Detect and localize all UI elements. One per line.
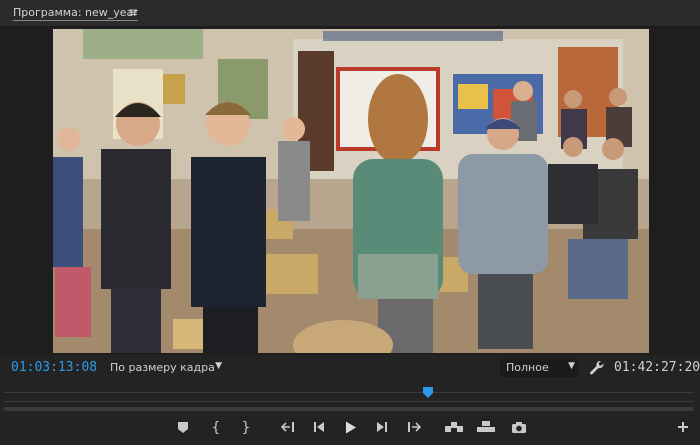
time-ruler[interactable] xyxy=(4,384,694,408)
step-forward-icon[interactable] xyxy=(371,418,393,438)
marker-icon[interactable] xyxy=(172,418,194,438)
transport-controls: { } xyxy=(0,415,700,441)
play-icon[interactable] xyxy=(340,418,362,438)
panel-menu-icon[interactable]: ≡ xyxy=(128,5,138,19)
playhead-icon[interactable] xyxy=(423,384,434,398)
chevron-down-icon: ▼ xyxy=(215,361,222,371)
zoom-fit-select[interactable]: По размеру кадра ▼ xyxy=(104,359,224,377)
chevron-down-icon: ▼ xyxy=(568,361,575,371)
insert-icon[interactable] xyxy=(443,418,465,438)
playback-resolution-value: Полное xyxy=(506,361,549,374)
playback-resolution-select[interactable]: Полное ▼ xyxy=(500,359,578,377)
duration-timecode: 01:42:27:20 xyxy=(614,360,700,375)
panel-title[interactable]: Программа: new_year xyxy=(13,6,138,21)
current-timecode[interactable]: 01:03:13:08 xyxy=(11,360,97,375)
mark-in-icon[interactable]: { xyxy=(205,418,227,438)
go-to-in-icon[interactable] xyxy=(277,418,299,438)
program-viewport xyxy=(0,27,700,355)
mark-out-icon[interactable]: } xyxy=(235,418,257,438)
monitor-controls-row: 01:03:13:08 По размеру кадра ▼ Полное ▼ … xyxy=(0,356,700,380)
time-ruler-track xyxy=(4,392,694,402)
overwrite-icon[interactable] xyxy=(475,418,497,438)
zoom-fit-value: По размеру кадра xyxy=(110,361,215,374)
wrench-icon[interactable] xyxy=(588,359,606,377)
step-back-icon[interactable] xyxy=(308,418,330,438)
go-to-out-icon[interactable] xyxy=(403,418,425,438)
add-button-icon[interactable] xyxy=(672,418,694,438)
zoom-scrollbar[interactable] xyxy=(4,407,694,411)
export-frame-icon[interactable] xyxy=(508,418,530,438)
program-monitor-header: Программа: new_year ≡ xyxy=(0,0,700,27)
video-frame xyxy=(53,29,649,353)
video-frame-image xyxy=(53,29,649,353)
